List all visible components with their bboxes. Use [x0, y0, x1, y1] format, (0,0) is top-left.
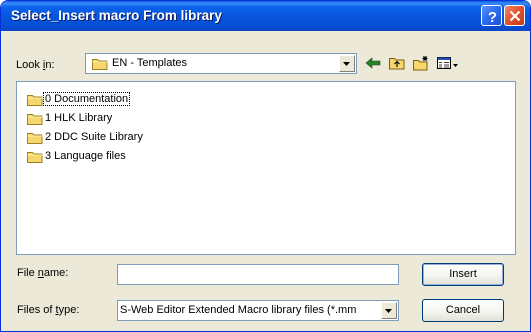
view-menu-icon: [437, 57, 458, 69]
folder-icon: [92, 59, 108, 70]
files-of-type-dropdown-arrow[interactable]: [381, 302, 397, 319]
folder-icon: [27, 152, 43, 163]
title-bar[interactable]: Select_Insert macro From library ?: [1, 1, 530, 31]
files-of-type-label: Files of type:: [17, 304, 80, 316]
files-of-type-dropdown[interactable]: S-Web Editor Extended Macro library file…: [117, 300, 399, 321]
back-arrow-icon: [365, 57, 381, 69]
dialog-window: Select_Insert macro From library ? Look …: [0, 0, 531, 332]
look-in-value: EN - Templates: [112, 57, 187, 69]
close-icon: [509, 10, 521, 22]
svg-text:?: ?: [488, 9, 497, 26]
insert-button[interactable]: Insert: [422, 263, 504, 286]
list-item-label: 0 Documentation: [42, 92, 131, 106]
list-item-label: 2 DDC Suite Library: [45, 131, 143, 143]
files-of-type-value: S-Web Editor Extended Macro library file…: [120, 304, 357, 316]
look-in-dropdown[interactable]: EN - Templates: [85, 53, 357, 74]
window-title: Select_Insert macro From library: [11, 8, 222, 23]
file-name-input[interactable]: [117, 264, 399, 285]
look-in-dropdown-arrow[interactable]: [339, 55, 355, 72]
look-in-label: Look in:: [16, 59, 55, 71]
close-button[interactable]: [504, 5, 525, 26]
list-item-label: 3 Language files: [45, 150, 126, 162]
file-list[interactable]: 0 Documentation 1 HLK Library 2 DDC Suite …: [16, 81, 516, 255]
list-item-label: 1 HLK Library: [45, 112, 113, 124]
up-one-level-button[interactable]: [387, 55, 407, 73]
folder-icon: [27, 133, 43, 144]
chevron-down-icon: [343, 62, 350, 66]
view-menu-button[interactable]: [435, 55, 461, 73]
up-folder-icon: [389, 58, 405, 70]
folder-icon: [27, 114, 43, 125]
back-button[interactable]: [363, 55, 383, 73]
new-folder-icon: [413, 56, 428, 71]
chevron-down-icon: [385, 309, 392, 313]
folder-icon: [27, 95, 43, 106]
file-name-label: File name:: [17, 267, 69, 279]
create-new-folder-button[interactable]: [411, 55, 431, 73]
help-button[interactable]: ?: [481, 5, 502, 26]
cancel-button[interactable]: Cancel: [422, 299, 504, 322]
question-mark-icon: ?: [488, 9, 497, 26]
